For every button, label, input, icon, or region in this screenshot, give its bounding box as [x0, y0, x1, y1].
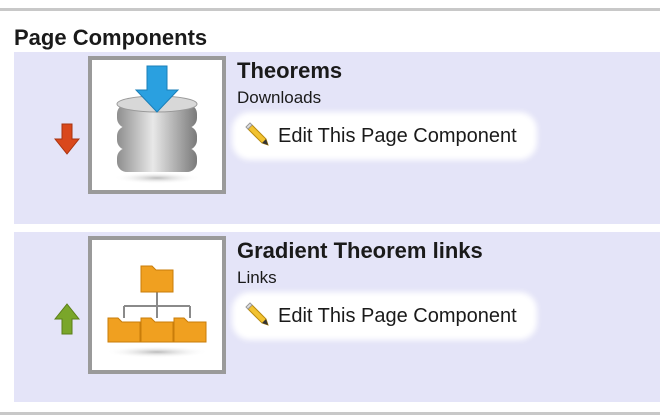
edit-component-label: Edit This Page Component	[278, 304, 517, 327]
component-thumbnail[interactable]	[88, 236, 226, 374]
move-down-icon[interactable]	[53, 122, 81, 156]
edit-component-label: Edit This Page Component	[278, 124, 517, 147]
bottom-divider	[0, 412, 660, 415]
component-row: Gradient Theorem links Links Edit This P…	[14, 232, 660, 402]
folder-tree-icon	[105, 265, 209, 358]
component-type: Links	[237, 268, 277, 287]
database-download-icon	[113, 65, 201, 184]
component-thumbnail[interactable]	[88, 56, 226, 194]
component-row: Theorems Downloads Edit This Page Compon…	[14, 52, 660, 224]
component-type: Downloads	[237, 88, 322, 107]
top-divider	[0, 8, 660, 11]
edit-component-button[interactable]: Edit This Page Component	[238, 298, 531, 334]
component-title[interactable]: Theorems	[237, 58, 342, 84]
move-up-icon[interactable]	[53, 302, 81, 336]
edit-component-button[interactable]: Edit This Page Component	[238, 118, 531, 154]
pencil-icon	[245, 122, 269, 146]
pencil-icon	[245, 302, 269, 326]
component-title[interactable]: Gradient Theorem links	[237, 238, 483, 264]
section-title: Page Components	[14, 25, 208, 50]
